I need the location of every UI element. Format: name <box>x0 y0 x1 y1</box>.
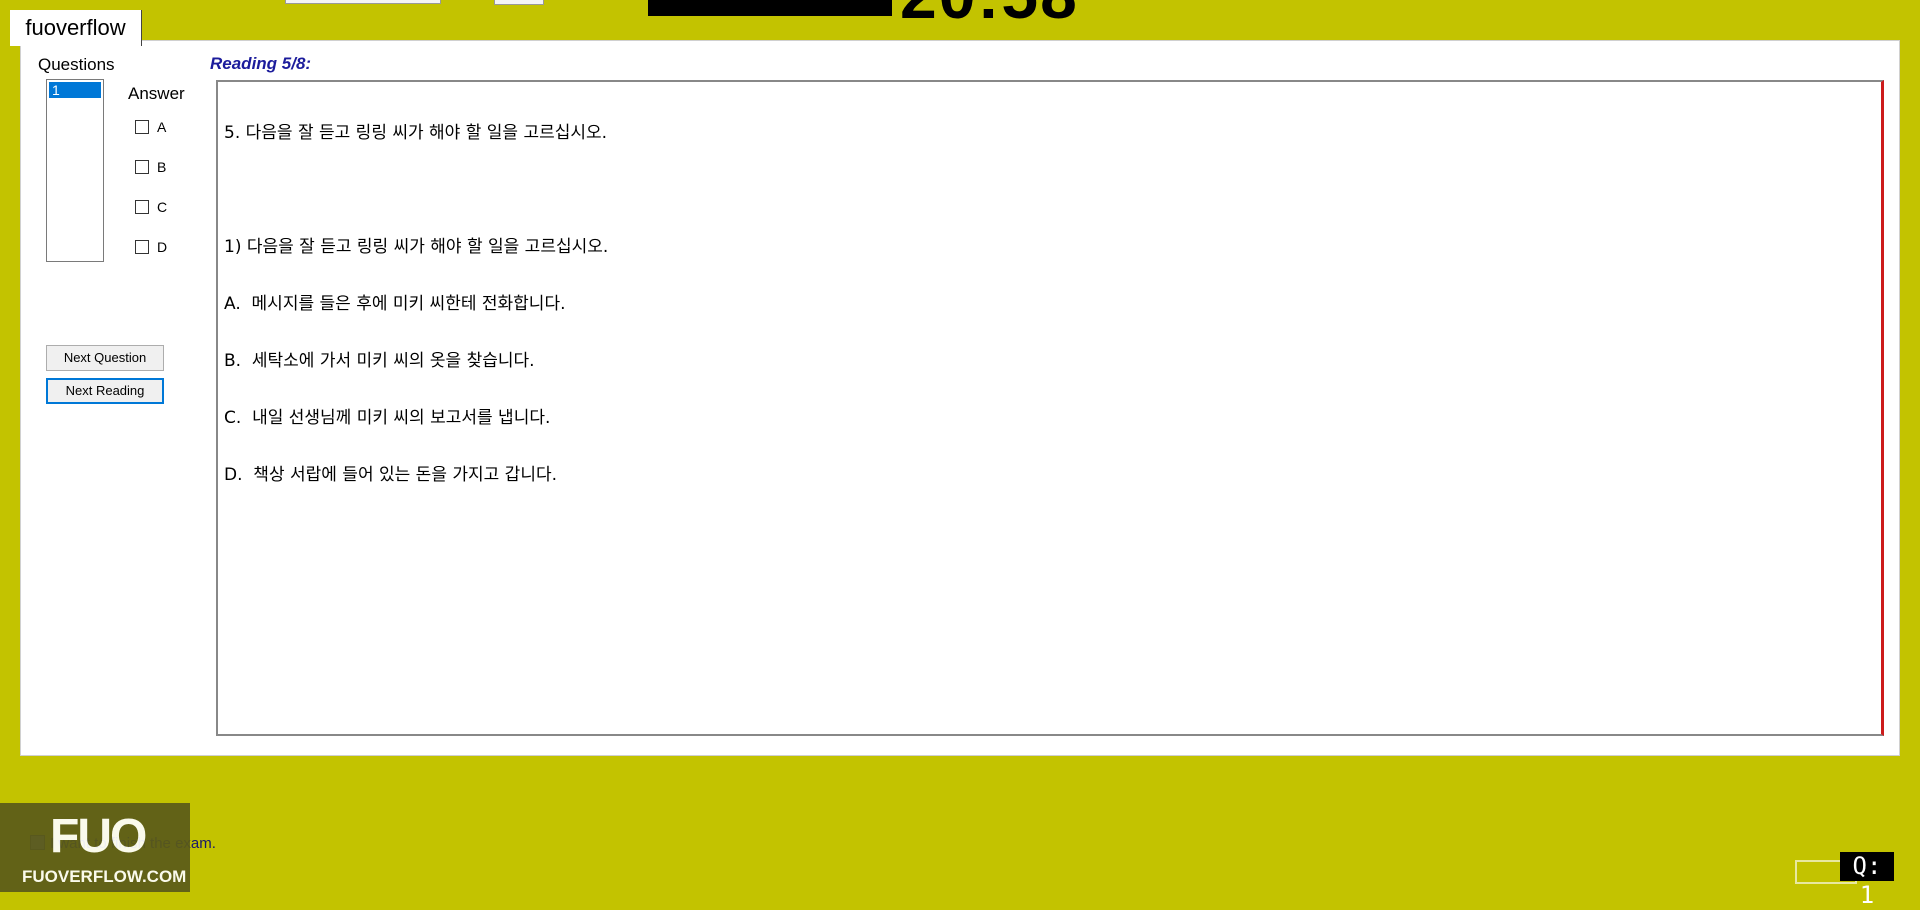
reading-line: 1) 다음을 잘 듣고 링링 씨가 해야 할 일을 고르십시오. <box>224 237 609 257</box>
answer-label: Answer <box>128 84 185 103</box>
checkbox-a[interactable] <box>135 120 149 134</box>
question-list[interactable]: 1 <box>46 79 104 262</box>
watermark-logo: FUO FUOVERFLOW.COM <box>0 803 190 892</box>
reading-line: 5. 다음을 잘 듣고 링링 씨가 해야 할 일을 고르십시오. <box>224 123 608 143</box>
answer-option-d[interactable]: D <box>135 239 167 255</box>
reading-text-area[interactable]: 5. 다음을 잘 듣고 링링 씨가 해야 할 일을 고르십시오. 1) 다음을 … <box>216 80 1884 736</box>
reading-line: B. 세탁소에 가서 미키 씨의 옷을 찾습니다. <box>224 351 535 371</box>
top-small-input[interactable] <box>494 0 544 5</box>
question-counter: Q: 1 <box>1840 852 1894 909</box>
answer-option-a[interactable]: A <box>135 119 166 135</box>
reading-line: A. 메시지를 들은 후에 미키 씨한테 전화합니다. <box>224 294 566 314</box>
logo-text: FUO <box>50 810 147 863</box>
logo-subtext: FUOVERFLOW.COM <box>22 867 187 886</box>
exam-timer: 20:58 <box>900 0 1079 28</box>
answer-option-c[interactable]: C <box>135 199 167 215</box>
checkbox-d[interactable] <box>135 240 149 254</box>
checkbox-c[interactable] <box>135 200 149 214</box>
option-label-b: B <box>157 159 167 175</box>
next-question-button[interactable]: Next Question <box>46 345 164 371</box>
watermark-label: fuoverflow <box>10 10 142 46</box>
option-label-a: A <box>157 119 167 135</box>
reading-line: D. 책상 서랍에 들어 있는 돈을 가지고 갑니다. <box>224 465 558 485</box>
option-label-d: D <box>157 239 168 255</box>
reading-line <box>224 181 1875 200</box>
reading-line: C. 내일 선생님께 미키 씨의 보고서를 냅니다. <box>224 408 551 428</box>
reading-title: Reading 5/8: <box>210 54 312 73</box>
question-list-item[interactable]: 1 <box>49 82 101 98</box>
checkbox-b[interactable] <box>135 160 149 174</box>
questions-label: Questions <box>38 55 115 74</box>
black-display-bar <box>648 0 892 16</box>
next-reading-button[interactable]: Next Reading <box>46 378 164 404</box>
answer-option-b[interactable]: B <box>135 159 166 175</box>
top-input-field[interactable] <box>285 0 441 4</box>
option-label-c: C <box>157 199 168 215</box>
